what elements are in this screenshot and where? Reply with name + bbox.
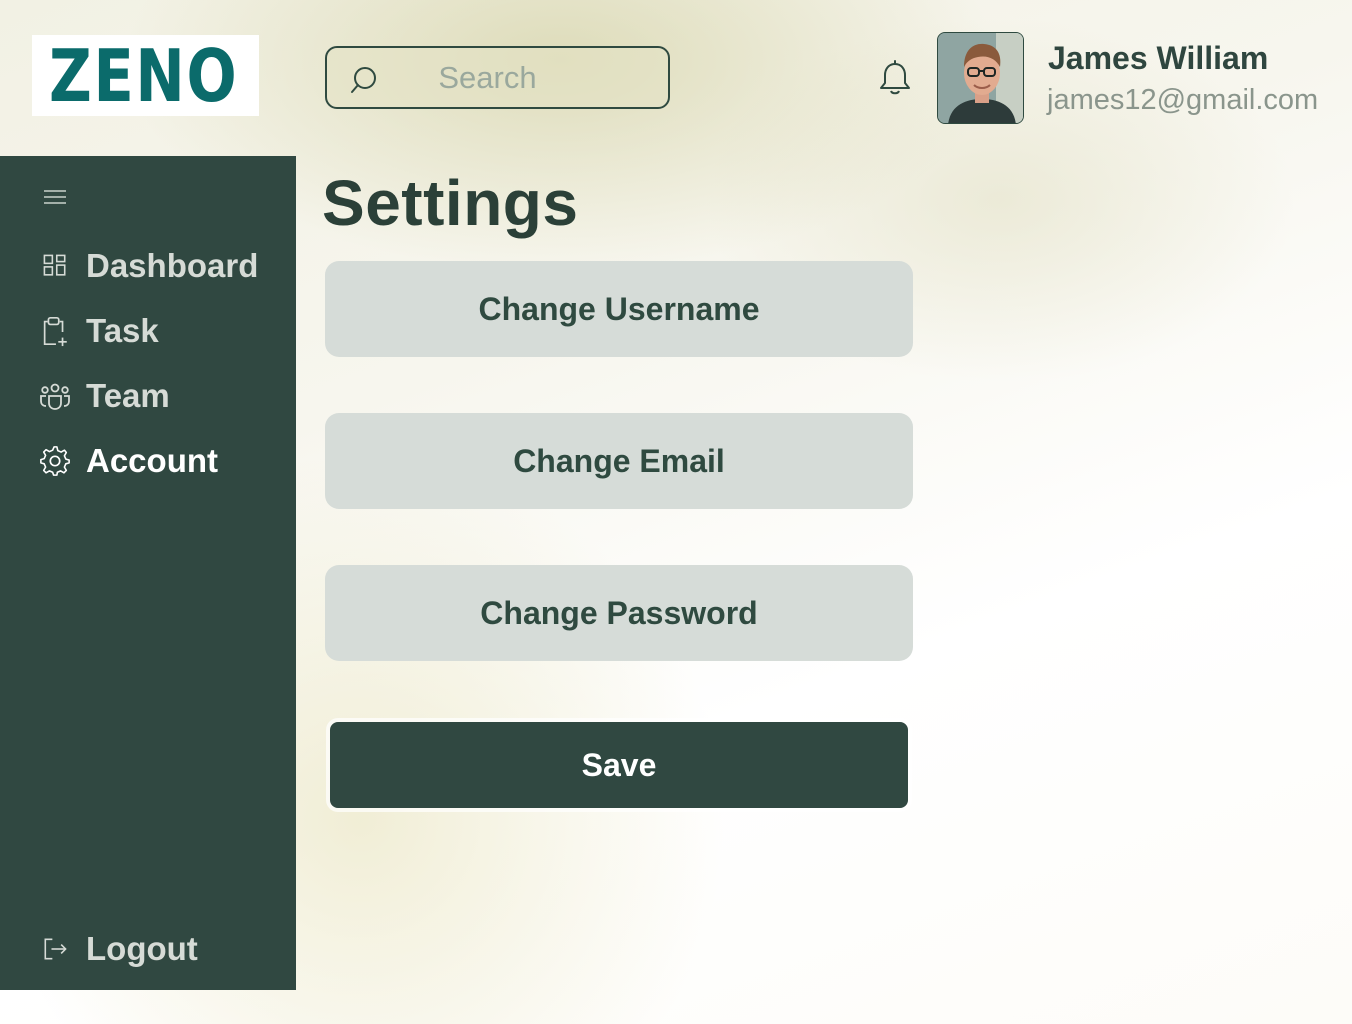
change-email-button[interactable]: Change Email xyxy=(325,413,913,509)
sidebar-item-logout[interactable]: Logout xyxy=(38,927,198,971)
search-input[interactable] xyxy=(387,58,648,98)
team-icon xyxy=(38,379,72,413)
sidebar-item-account[interactable]: Account xyxy=(38,439,218,483)
search-icon xyxy=(351,67,376,93)
bell-icon[interactable] xyxy=(878,60,912,96)
search-box[interactable] xyxy=(325,46,670,109)
gear-icon xyxy=(38,444,72,478)
menu-icon[interactable] xyxy=(42,188,68,206)
sidebar-item-dashboard[interactable]: Dashboard xyxy=(38,244,258,288)
sidebar-item-label: Dashboard xyxy=(86,247,259,284)
change-username-button[interactable]: Change Username xyxy=(325,261,913,357)
user-name: James William xyxy=(1048,40,1269,76)
clipboard-plus-icon xyxy=(38,314,72,348)
sidebar-item-team[interactable]: Team xyxy=(38,374,170,418)
user-photo xyxy=(938,33,1023,123)
page-title: Settings xyxy=(322,167,579,239)
grid-icon xyxy=(38,249,72,283)
logout-icon xyxy=(38,932,72,966)
brand-name: ZENO xyxy=(49,33,239,118)
sidebar-item-task[interactable]: Task xyxy=(38,309,159,353)
sidebar-item-label: Logout xyxy=(86,930,198,967)
avatar[interactable] xyxy=(937,32,1024,124)
sidebar-item-label: Team xyxy=(86,377,170,414)
change-password-button[interactable]: Change Password xyxy=(325,565,913,661)
save-button[interactable]: Save xyxy=(330,722,908,808)
user-email: james12@gmail.com xyxy=(1047,84,1319,116)
sidebar-item-label: Task xyxy=(86,312,159,349)
sidebar-item-label: Account xyxy=(86,442,218,479)
app-logo[interactable]: ZENO xyxy=(32,35,259,116)
